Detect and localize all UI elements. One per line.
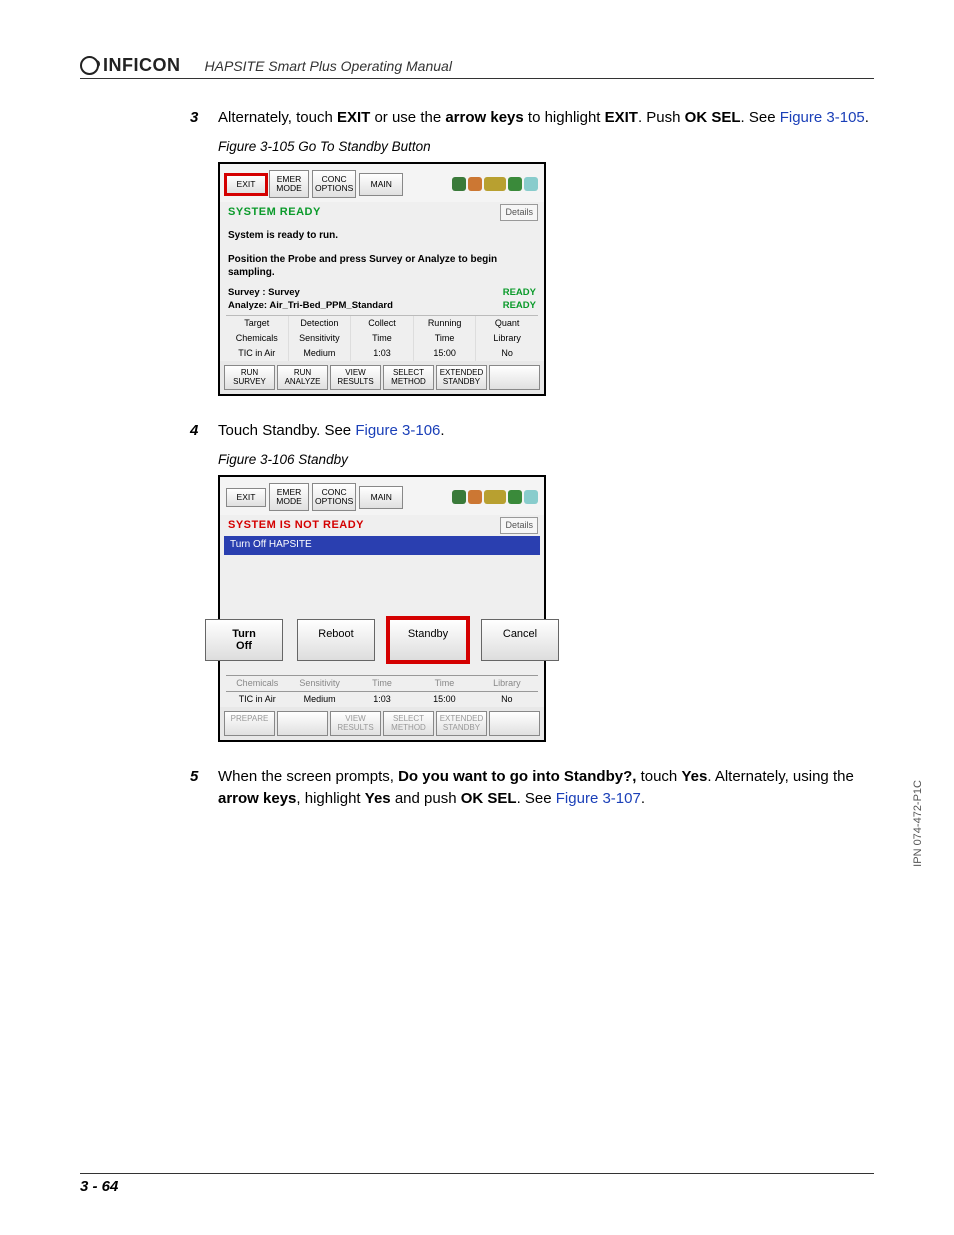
manual-title: HAPSITE Smart Plus Operating Manual xyxy=(205,58,452,74)
screenshot-figure-105: EXIT EMER MODE CONC OPTIONS MAIN SYSTEM … xyxy=(218,162,546,396)
help-icon[interactable] xyxy=(452,490,466,504)
ss2-toolbar: EXIT EMER MODE CONC OPTIONS MAIN xyxy=(220,477,544,515)
globe-icon xyxy=(524,490,538,504)
page-header: INFICON HAPSITE Smart Plus Operating Man… xyxy=(80,55,874,79)
blank-button-2 xyxy=(489,711,540,736)
ss1-bottom-bar: RUN SURVEY RUN ANALYZE VIEW RESULTS SELE… xyxy=(220,361,544,394)
brand-logo: INFICON xyxy=(80,55,181,76)
turn-off-modal: Turn Off HAPSITE Turn Off Reboot Standby… xyxy=(220,536,544,675)
select-method-button[interactable]: SELECT METHOD xyxy=(383,365,434,390)
main-button[interactable]: MAIN xyxy=(359,173,403,196)
view-results-button[interactable]: VIEW RESULTS xyxy=(330,365,381,390)
figure-caption-105: Figure 3-105 Go To Standby Button xyxy=(218,137,874,157)
details-button[interactable]: Details xyxy=(500,204,538,221)
select-method-button: SELECT METHOD xyxy=(383,711,434,736)
ss1-table: Target Detection Collect Running Quant C… xyxy=(226,315,538,361)
ss1-status-row: SYSTEM READY Details xyxy=(220,202,544,223)
main-button[interactable]: MAIN xyxy=(359,486,403,509)
turn-off-button[interactable]: Turn Off xyxy=(205,619,283,661)
link-figure-3-107[interactable]: Figure 3-107 xyxy=(556,790,641,807)
blank-button xyxy=(489,365,540,390)
prepare-button: PREPARE xyxy=(224,711,275,736)
reboot-button[interactable]: Reboot xyxy=(297,619,375,661)
run-analyze-button[interactable]: RUN ANALYZE xyxy=(277,365,328,390)
document-ipn: IPN 074-472-P1C xyxy=(912,780,924,867)
conc-options-button[interactable]: CONC OPTIONS xyxy=(312,170,356,198)
ss1-toolbar: EXIT EMER MODE CONC OPTIONS MAIN xyxy=(220,164,544,202)
system-not-ready-label: SYSTEM IS NOT READY xyxy=(228,518,364,534)
link-figure-3-105[interactable]: Figure 3-105 xyxy=(780,109,865,126)
ss2-bottom-bar: PREPARE VIEW RESULTS SELECT METHOD EXTEN… xyxy=(220,707,544,740)
extended-standby-button: EXTENDED STANDBY xyxy=(436,711,487,736)
run-survey-button[interactable]: RUN SURVEY xyxy=(224,365,275,390)
link-figure-3-106[interactable]: Figure 3-106 xyxy=(355,422,440,439)
modal-title: Turn Off HAPSITE xyxy=(224,536,540,555)
modal-button-row: Turn Off Reboot Standby Cancel xyxy=(220,615,544,675)
step-number: 3 xyxy=(190,107,218,129)
page-number: 3 - 64 xyxy=(80,1173,874,1195)
step-number: 4 xyxy=(190,420,218,442)
logo-icon xyxy=(80,56,99,75)
step-body: When the screen prompts, Do you want to … xyxy=(218,766,874,810)
battery-icon xyxy=(484,490,506,504)
details-button[interactable]: Details xyxy=(500,517,538,534)
info-icon[interactable] xyxy=(468,177,482,191)
step-5: 5 When the screen prompts, Do you want t… xyxy=(190,766,874,810)
screenshot-figure-106: EXIT EMER MODE CONC OPTIONS MAIN SYSTEM … xyxy=(218,475,546,741)
exit-button[interactable]: EXIT xyxy=(226,175,266,194)
step-body: Alternately, touch EXIT or use the arrow… xyxy=(218,107,874,129)
view-results-button: VIEW RESULTS xyxy=(330,711,381,736)
conc-options-button[interactable]: CONC OPTIONS xyxy=(312,483,356,511)
emer-mode-button[interactable]: EMER MODE xyxy=(269,170,309,198)
globe-icon xyxy=(524,177,538,191)
exit-button[interactable]: EXIT xyxy=(226,488,266,507)
figure-caption-106: Figure 3-106 Standby xyxy=(218,450,874,470)
info-icon[interactable] xyxy=(468,490,482,504)
ss2-partial-row0: Chemicals Sensitivity Time Time Library xyxy=(226,675,538,691)
status-icon xyxy=(508,490,522,504)
blank-button xyxy=(277,711,328,736)
help-icon[interactable] xyxy=(452,177,466,191)
step-3: 3 Alternately, touch EXIT or use the arr… xyxy=(190,107,874,129)
toolbar-icons xyxy=(452,490,538,504)
ss1-survey-row: Survey : Survey READY xyxy=(220,284,544,300)
step-4: 4 Touch Standby. See Figure 3-106. xyxy=(190,420,874,442)
toolbar-icons xyxy=(452,177,538,191)
ss1-analyze-row: Analyze: Air_Tri-Bed_PPM_Standard READY xyxy=(220,299,544,313)
standby-button[interactable]: Standby xyxy=(389,619,467,661)
extended-standby-button[interactable]: EXTENDED STANDBY xyxy=(436,365,487,390)
step-number: 5 xyxy=(190,766,218,810)
ss1-body: System is ready to run. Position the Pro… xyxy=(220,223,544,284)
step-body: Touch Standby. See Figure 3-106. xyxy=(218,420,874,442)
status-icon xyxy=(508,177,522,191)
ss2-partial-row1: TIC in Air Medium 1:03 15:00 No xyxy=(226,691,538,707)
brand-text: INFICON xyxy=(103,55,181,76)
cancel-button[interactable]: Cancel xyxy=(481,619,559,661)
system-ready-label: SYSTEM READY xyxy=(228,205,321,221)
battery-icon xyxy=(484,177,506,191)
emer-mode-button[interactable]: EMER MODE xyxy=(269,483,309,511)
ss2-status-row: SYSTEM IS NOT READY Details xyxy=(220,515,544,536)
